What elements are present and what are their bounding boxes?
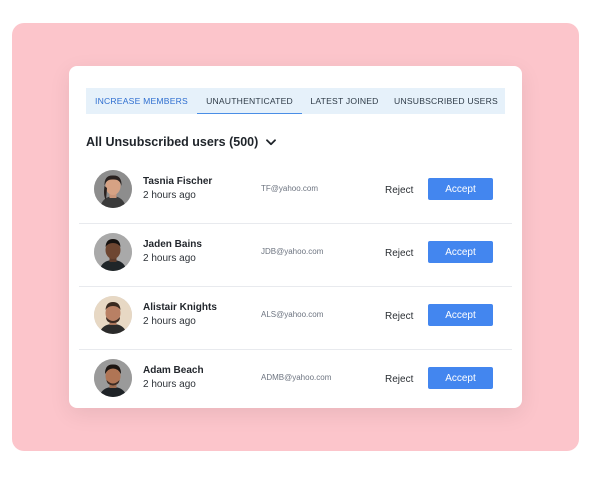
user-time: 2 hours ago xyxy=(143,379,196,390)
accept-button[interactable]: Accept xyxy=(428,241,493,263)
user-name: Jaden Bains xyxy=(143,239,202,250)
avatar xyxy=(94,233,132,271)
accept-button[interactable]: Accept xyxy=(428,178,493,200)
user-time: 2 hours ago xyxy=(143,316,196,327)
tab-unsubscribed-users[interactable]: UNSUBSCRIBED USERS xyxy=(387,88,505,114)
reject-button[interactable]: Reject xyxy=(385,311,413,322)
tab-label: INCREASE MEMBERS xyxy=(95,96,188,106)
user-email: ALS@yahoo.com xyxy=(261,310,324,319)
tab-unauthenticated[interactable]: UNAUTHENTICATED xyxy=(197,88,302,114)
tab-label: LATEST JOINED xyxy=(310,96,379,106)
user-row: Tasnia Fischer 2 hours ago TF@yahoo.com … xyxy=(79,161,512,224)
user-email: ADMB@yahoo.com xyxy=(261,373,332,382)
user-name: Tasnia Fischer xyxy=(143,176,213,187)
tab-latest-joined[interactable]: LATEST JOINED xyxy=(302,88,387,114)
user-list: Tasnia Fischer 2 hours ago TF@yahoo.com … xyxy=(79,161,512,412)
user-email: JDB@yahoo.com xyxy=(261,247,324,256)
accept-button[interactable]: Accept xyxy=(428,367,493,389)
user-row: Jaden Bains 2 hours ago JDB@yahoo.com Re… xyxy=(79,224,512,287)
tab-label: UNAUTHENTICATED xyxy=(206,96,293,106)
accept-button[interactable]: Accept xyxy=(428,304,493,326)
user-row: Alistair Knights 2 hours ago ALS@yahoo.c… xyxy=(79,287,512,350)
list-heading: All Unsubscribed users (500) xyxy=(86,135,277,149)
user-name: Adam Beach xyxy=(143,365,204,376)
tab-label: UNSUBSCRIBED USERS xyxy=(394,96,498,106)
users-card: INCREASE MEMBERS UNAUTHENTICATED LATEST … xyxy=(69,66,522,408)
user-time: 2 hours ago xyxy=(143,253,196,264)
list-title: All Unsubscribed users (500) xyxy=(86,135,259,149)
chevron-down-icon[interactable] xyxy=(266,138,277,146)
reject-button[interactable]: Reject xyxy=(385,185,413,196)
avatar xyxy=(94,359,132,397)
avatar xyxy=(94,170,132,208)
tab-bar: INCREASE MEMBERS UNAUTHENTICATED LATEST … xyxy=(86,88,505,114)
avatar xyxy=(94,296,132,334)
reject-button[interactable]: Reject xyxy=(385,248,413,259)
user-name: Alistair Knights xyxy=(143,302,217,313)
user-email: TF@yahoo.com xyxy=(261,184,319,193)
reject-button[interactable]: Reject xyxy=(385,374,413,385)
tab-increase-members[interactable]: INCREASE MEMBERS xyxy=(86,88,197,114)
user-time: 2 hours ago xyxy=(143,190,196,201)
user-row: Adam Beach 2 hours ago ADMB@yahoo.com Re… xyxy=(79,350,512,412)
